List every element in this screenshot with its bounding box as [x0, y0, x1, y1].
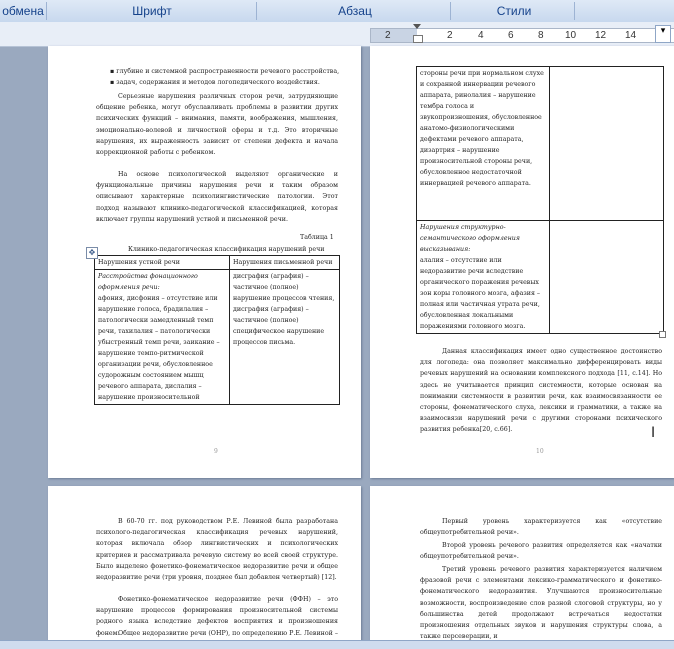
- ruler-label: 2: [385, 30, 391, 41]
- paragraph: На основе психологической выделяют орган…: [96, 171, 338, 223]
- paragraph: Первый уровень характеризуется как «отсу…: [420, 518, 662, 537]
- bullet-list: ▪ глубине и системной распространенности…: [110, 66, 340, 88]
- table-header-cell: Нарушения письменной речи: [229, 255, 340, 270]
- ruler-label: 10: [565, 30, 577, 41]
- ribbon-group-paragraph[interactable]: Абзац: [260, 2, 451, 20]
- ruler-label: 4: [478, 30, 484, 41]
- paragraph: Второй уровень речевого развития определ…: [420, 542, 662, 561]
- page-9[interactable]: ▪ глубине и системной распространенности…: [48, 46, 361, 478]
- ruler-label: 12: [595, 30, 607, 41]
- table-label: Таблица 1: [300, 234, 334, 241]
- paragraph: Данная классификация имеет одно существе…: [420, 348, 662, 434]
- table-cell[interactable]: [549, 220, 664, 334]
- paragraph: Общее недоразвитие речи (ОНР), по опреде…: [118, 630, 338, 637]
- table-move-handle-icon[interactable]: ✥: [86, 247, 98, 259]
- page-11[interactable]: В 60-70 гг. под руководством Р.Е. Левино…: [48, 486, 361, 648]
- ruler-label: 2: [447, 30, 453, 41]
- ruler-label: 8: [538, 30, 544, 41]
- page-number: 9: [214, 448, 218, 455]
- table-cell[interactable]: Нарушения структурно-семантического офор…: [416, 220, 550, 334]
- ruler-bar: 2 2 4 6 8 10 12 14 ▾: [0, 22, 674, 47]
- paragraph: Третий уровень речевого развития характе…: [420, 566, 662, 641]
- page-12[interactable]: Первый уровень характеризуется как «отсу…: [370, 486, 674, 648]
- table-cell[interactable]: стороны речи при нормальном слухе и сохр…: [416, 66, 550, 221]
- table-cell[interactable]: Расстройства фонационного оформления реч…: [94, 269, 230, 405]
- ribbon-group-editing[interactable]: [578, 2, 674, 20]
- list-item: ▪ глубине и системной распространенности…: [110, 68, 340, 75]
- cell-text: афония, дисфония – отсутствие или наруше…: [98, 295, 220, 401]
- paragraph: Серьезные нарушения различных сторон реч…: [96, 93, 338, 157]
- page-number: 10: [536, 448, 544, 455]
- table-title: Клинико-педагогическая классификация нар…: [128, 246, 325, 253]
- table-cell[interactable]: [549, 66, 664, 221]
- ribbon-group-styles[interactable]: Стили: [454, 2, 575, 20]
- classification-table[interactable]: Нарушения устной речи Нарушения письменн…: [94, 255, 340, 405]
- page-10[interactable]: стороны речи при нормальном слухе и сохр…: [370, 46, 674, 478]
- ruler-label: 14: [625, 30, 637, 41]
- text-cursor-icon: I: [651, 425, 656, 441]
- table-cell[interactable]: дисграфия (аграфия) – частичное (полное)…: [229, 269, 340, 405]
- table-header-cell: Нарушения устной речи: [94, 255, 230, 270]
- table-resize-handle[interactable]: [659, 331, 666, 338]
- ruler-label: 6: [508, 30, 514, 41]
- ribbon: обмена Шрифт Абзац Стили: [0, 0, 674, 23]
- first-line-indent-marker[interactable]: [413, 24, 421, 29]
- left-indent-marker[interactable]: [413, 35, 423, 43]
- cell-heading: Расстройства фонационного оформления реч…: [98, 273, 198, 291]
- list-item: ▪ задач, содержания и методов логопедиче…: [110, 79, 320, 87]
- classification-table-continued[interactable]: стороны речи при нормальном слухе и сохр…: [416, 66, 664, 334]
- ribbon-group-font[interactable]: Шрифт: [48, 2, 257, 20]
- paragraph: В 60-70 гг. под руководством Р.Е. Левино…: [96, 518, 338, 582]
- view-ruler-icon[interactable]: ▾: [655, 25, 671, 43]
- cell-heading: Нарушения структурно-семантического офор…: [420, 224, 520, 253]
- ribbon-group-clipboard[interactable]: обмена: [0, 2, 47, 20]
- ruler-margin: [371, 29, 417, 42]
- cell-text: алалия – отсутствие или недоразвитие реч…: [420, 257, 541, 330]
